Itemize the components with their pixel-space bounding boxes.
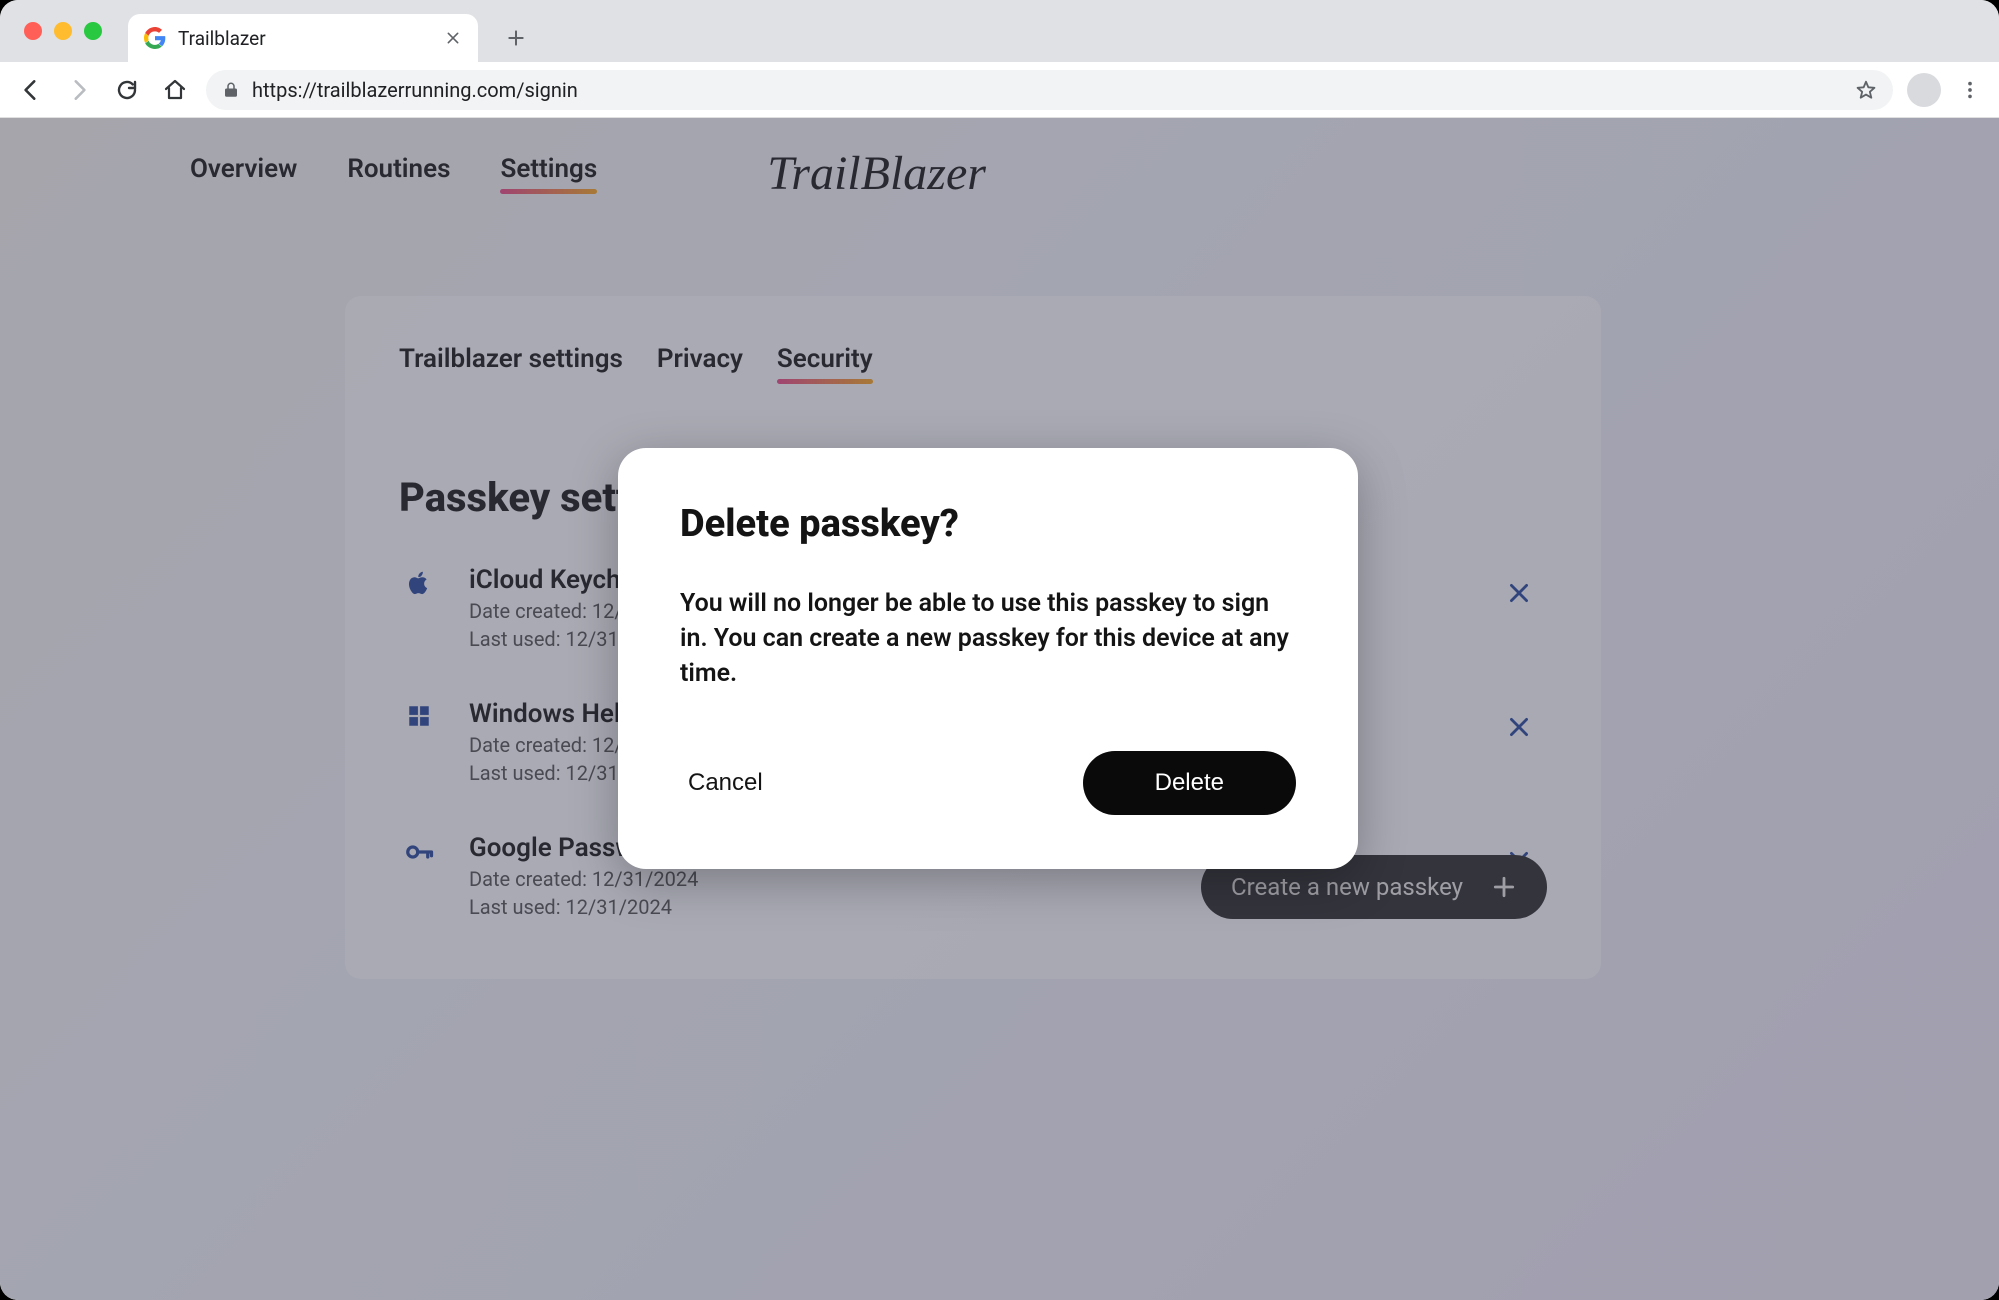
dialog-actions: Cancel Delete	[680, 751, 1296, 815]
forward-button[interactable]	[62, 73, 96, 107]
address-bar-url: https://trailblazerrunning.com/signin	[252, 78, 1843, 102]
browser-menu-button[interactable]	[1955, 79, 1985, 101]
window-controls	[18, 0, 114, 62]
address-bar[interactable]: https://trailblazerrunning.com/signin	[206, 70, 1893, 110]
home-button[interactable]	[158, 73, 192, 107]
profile-avatar[interactable]	[1907, 73, 1941, 107]
window-zoom-icon[interactable]	[84, 22, 102, 40]
browser-toolbar: https://trailblazerrunning.com/signin	[0, 62, 1999, 118]
reload-button[interactable]	[110, 73, 144, 107]
back-button[interactable]	[14, 73, 48, 107]
browser-window: Trailblazer https://trailblazerrunning.c…	[0, 0, 1999, 1300]
window-close-icon[interactable]	[24, 22, 42, 40]
cancel-button[interactable]: Cancel	[680, 757, 771, 809]
dialog-title: Delete passkey?	[680, 502, 1296, 546]
dialog-body: You will no longer be able to use this p…	[680, 586, 1296, 691]
window-minimize-icon[interactable]	[54, 22, 72, 40]
tab-close-icon[interactable]	[444, 29, 462, 47]
new-tab-button[interactable]	[496, 18, 536, 58]
browser-tab[interactable]: Trailblazer	[128, 14, 478, 62]
lock-icon	[222, 81, 240, 99]
browser-tab-title: Trailblazer	[178, 27, 432, 50]
favicon-google-icon	[144, 27, 166, 49]
page-viewport: Overview Routines Settings TrailBlazer T…	[0, 118, 1999, 1300]
bookmark-star-icon[interactable]	[1855, 79, 1877, 101]
browser-tab-strip: Trailblazer	[0, 0, 1999, 62]
delete-passkey-dialog: Delete passkey? You will no longer be ab…	[618, 448, 1358, 869]
delete-button[interactable]: Delete	[1083, 751, 1296, 815]
